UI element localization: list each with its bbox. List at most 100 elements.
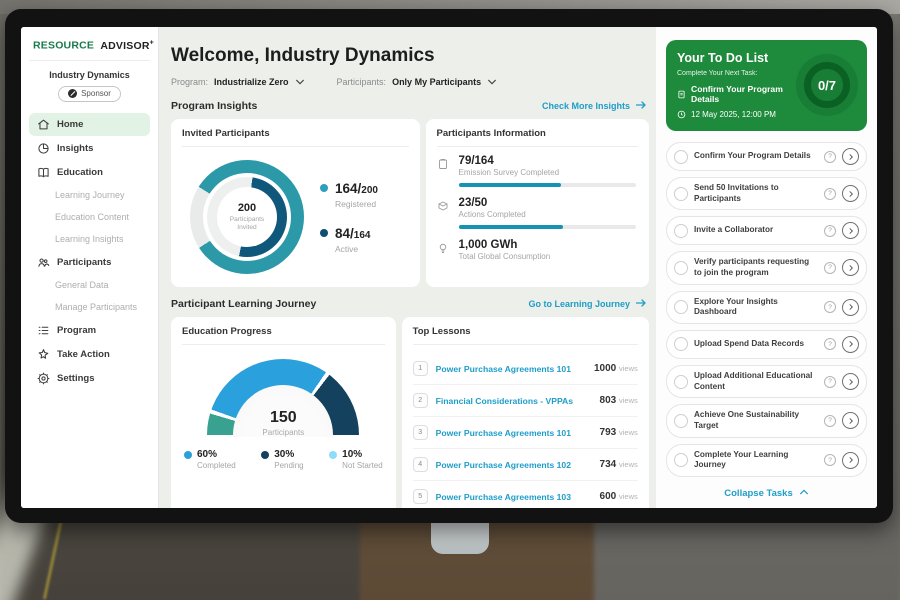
info-icon[interactable]: ? [824,376,836,388]
sidebar-item-label: Take Action [57,349,110,360]
filter-label: Program: [171,77,208,87]
task-item[interactable]: Explore Your Insights Dashboard? [666,291,867,324]
collapse-tasks-link[interactable]: Collapse Tasks [666,488,867,499]
home-icon [37,118,50,131]
lesson-link[interactable]: Power Purchase Agreements 101 [436,364,586,374]
legend-dot [320,184,328,192]
sidebar-item-insights[interactable]: Insights [29,137,150,160]
donut-legend-item: 84/164Active [320,225,378,254]
info-icon[interactable]: ? [824,151,836,163]
page-title: Welcome, Industry Dynamics [171,45,649,67]
chevron-right-icon [847,456,855,464]
insights-icon [37,142,50,155]
info-icon[interactable]: ? [824,262,836,274]
task-checkbox[interactable] [674,375,688,389]
task-checkbox[interactable] [674,150,688,164]
sidebar-item-manage-participants[interactable]: Manage Participants [29,297,150,318]
gauge-center-value: 150 [207,409,359,427]
task-open-button[interactable] [842,148,859,165]
participants-icon [37,256,50,269]
gauge-legend-item: 60%Completed [184,449,236,470]
todo-progress-count: 0/7 [818,78,836,93]
lesson-rank: 5 [413,489,428,504]
task-open-button[interactable] [842,259,859,276]
filter-label: Participants: [337,77,387,87]
task-item[interactable]: Invite a Collaborator? [666,216,867,245]
main-content: Welcome, Industry Dynamics Program:Indus… [159,27,655,508]
todo-next-task-time: 12 May 2025, 12:00 PM [677,110,792,119]
task-label: Upload Spend Data Records [694,339,818,350]
info-value: 23/50 [459,197,638,209]
task-checkbox[interactable] [674,224,688,238]
sidebar-item-participants[interactable]: Participants [29,251,150,274]
sidebar-item-learning-journey[interactable]: Learning Journey [29,185,150,206]
task-item[interactable]: Verify participants requesting to join t… [666,251,867,284]
task-open-button[interactable] [842,412,859,429]
sidebar-item-program[interactable]: Program [29,319,150,342]
task-checkbox[interactable] [674,300,688,314]
task-checkbox[interactable] [674,337,688,351]
task-list: Confirm Your Program Details?Send 50 Inv… [666,142,867,483]
lesson-row: 3Power Purchase Agreements 101793 views [413,417,638,449]
info-icon[interactable]: ? [824,454,836,466]
task-label: Confirm Your Program Details [694,151,818,162]
sidebar-item-label: Participants [57,257,111,268]
task-label: Achieve One Sustainability Target [694,410,818,431]
info-icon[interactable]: ? [824,301,836,313]
filter-dropdown-participants[interactable]: Participants:Only My Participants [337,77,498,87]
chevron-down-icon [295,77,305,87]
gauge-legend-item: 10%Not Started [329,449,382,470]
sidebar-item-education[interactable]: Education [29,161,150,184]
go-to-learning-journey-link[interactable]: Go to Learning Journey [528,298,647,310]
task-item[interactable]: Upload Additional Educational Content? [666,365,867,398]
info-icon[interactable]: ? [824,188,836,200]
sidebar-item-settings[interactable]: Settings [29,367,150,390]
legend-dot [320,229,328,237]
chevron-right-icon [847,190,855,198]
invited-donut-chart: 200 Participants Invited [190,160,304,274]
participants-information-card: Participants Information 79/164Emission … [426,119,649,287]
task-open-button[interactable] [842,336,859,353]
sidebar-item-education-content[interactable]: Education Content [29,207,150,228]
task-checkbox[interactable] [674,414,688,428]
task-item[interactable]: Upload Spend Data Records? [666,330,867,359]
info-icon[interactable]: ? [824,225,836,237]
chevron-down-icon [487,77,497,87]
task-checkbox[interactable] [674,453,688,467]
sidebar: RESOURCE ADVISOR+ Industry Dynamics Spon… [21,27,159,508]
lesson-link[interactable]: Financial Considerations - VPPAs [436,396,592,406]
sidebar-item-home[interactable]: Home [29,113,150,136]
lesson-link[interactable]: Power Purchase Agreements 103 [436,492,592,502]
task-label: Verify participants requesting to join t… [694,257,818,278]
info-label: Actions Completed [459,210,638,219]
task-checkbox[interactable] [674,187,688,201]
donut-legend: 164/200Registered84/164Active [320,180,378,254]
task-item[interactable]: Send 50 Invitations to Participants? [666,177,867,210]
legend-value: 60% [197,449,236,460]
task-checkbox[interactable] [674,261,688,275]
monitor-bezel: RESOURCE ADVISOR+ Industry Dynamics Spon… [5,9,893,523]
info-icon[interactable]: ? [824,338,836,350]
task-label: Upload Additional Educational Content [694,371,818,392]
task-open-button[interactable] [842,299,859,316]
task-open-button[interactable] [842,373,859,390]
task-item[interactable]: Confirm Your Program Details? [666,142,867,171]
task-item[interactable]: Complete Your Learning Journey? [666,444,867,477]
check-more-insights-link[interactable]: Check More Insights [542,100,647,112]
education-icon [37,166,50,179]
legend-value: 10% [342,449,382,460]
info-icon[interactable]: ? [824,415,836,427]
task-open-button[interactable] [842,222,859,239]
sidebar-item-take-action[interactable]: Take Action [29,343,150,366]
sidebar-item-learning-insights[interactable]: Learning Insights [29,229,150,250]
lesson-link[interactable]: Power Purchase Agreements 102 [436,460,592,470]
todo-subtitle: Complete Your Next Task: [677,70,792,77]
sidebar-item-general-data[interactable]: General Data [29,275,150,296]
lesson-link[interactable]: Power Purchase Agreements 101 [436,428,592,438]
lesson-views: 793 views [600,427,638,438]
task-item[interactable]: Achieve One Sustainability Target? [666,404,867,437]
task-open-button[interactable] [842,185,859,202]
task-open-button[interactable] [842,452,859,469]
consumption-icon [437,239,450,267]
filter-dropdown-program[interactable]: Program:Industrialize Zero [171,77,305,87]
